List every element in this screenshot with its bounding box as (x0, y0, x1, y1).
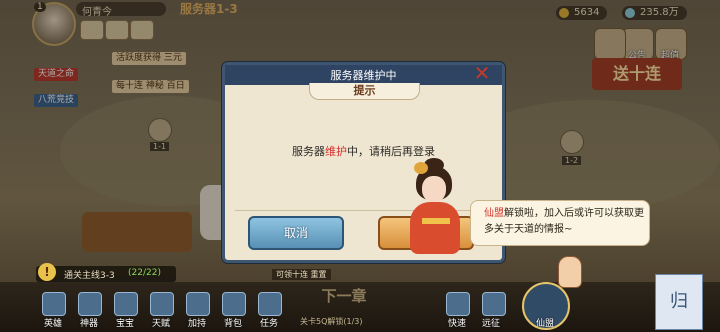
task-label: 任务 (260, 319, 279, 329)
ten-pull-reset-tag[interactable]: 可领十连 重置 (272, 269, 331, 280)
expedition-button[interactable] (482, 292, 506, 316)
hair-flower-icon (414, 162, 428, 174)
speech-highlight: 仙盟 (484, 208, 504, 219)
quest-alert-icon: ! (38, 263, 56, 281)
guild-label: 仙盟 (536, 319, 555, 329)
close-icon[interactable]: ✕ (471, 62, 493, 84)
bless-button[interactable] (186, 292, 210, 316)
quick-label: 快速 (448, 319, 467, 329)
bless-label: 加持 (188, 319, 207, 329)
task-button[interactable] (258, 292, 282, 316)
main-quest-name: 通关主线3-3 (64, 271, 115, 281)
next-chapter-label[interactable]: 下一章 (314, 285, 374, 313)
dialog-subtitle: 提示 (309, 83, 420, 100)
dialog-message: 服务器维护中，请稍后再登录 (225, 143, 502, 159)
cancel-button[interactable]: 取消 (248, 216, 344, 250)
talent-button[interactable] (150, 292, 174, 316)
pointing-hand-icon (558, 256, 582, 288)
message-prefix: 服务器 (292, 145, 325, 158)
treasure-label: 宝宝 (116, 319, 135, 329)
treasure-button[interactable] (114, 292, 138, 316)
hero-label: 英雄 (44, 319, 63, 329)
character-robe (410, 202, 460, 254)
expedition-label: 远征 (482, 319, 501, 329)
talent-label: 天赋 (152, 319, 171, 329)
main-quest-progress: (22/22) (128, 268, 161, 278)
next-chapter-unlock: 关卡5Q解锁(1/3) (300, 317, 363, 326)
guide-character (404, 158, 464, 256)
bag-label: 背包 (224, 319, 243, 329)
return-button[interactable]: 归 (655, 274, 703, 330)
artifact-label: 神器 (80, 319, 99, 329)
message-highlight: 维护 (325, 145, 347, 158)
bag-button[interactable] (222, 292, 246, 316)
artifact-button[interactable] (78, 292, 102, 316)
dialog-title: 服务器维护中 (330, 69, 397, 82)
character-face (422, 176, 446, 202)
hero-button[interactable] (42, 292, 66, 316)
speech-body: 解锁啦，加入后或许可以获取更多关于天道的情报~ (484, 208, 644, 235)
quick-button[interactable] (446, 292, 470, 316)
speech-text: 仙盟解锁啦，加入后或许可以获取更多关于天道的情报~ (484, 206, 644, 238)
character-sash (422, 218, 450, 224)
message-suffix: 中，请稍后再登录 (347, 145, 435, 158)
